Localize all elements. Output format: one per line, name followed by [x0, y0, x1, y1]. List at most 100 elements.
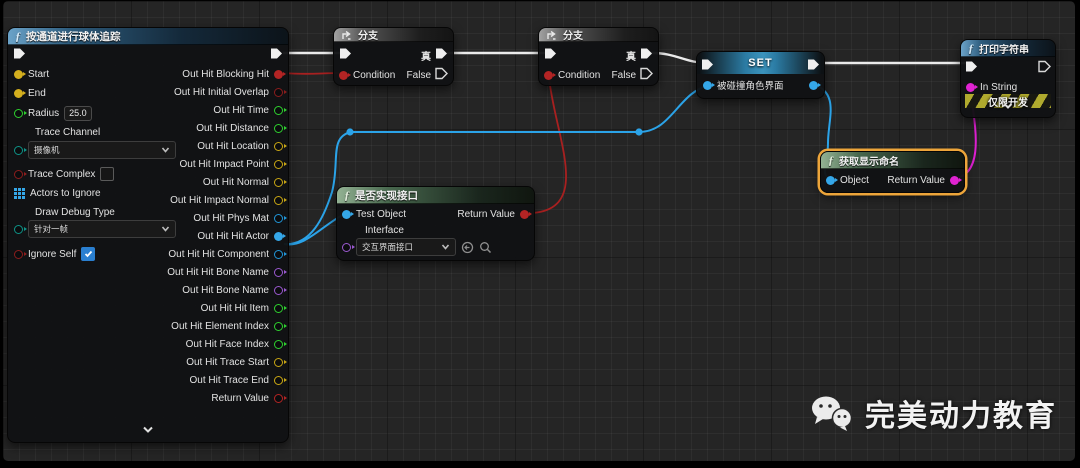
out-pin[interactable] [274, 177, 283, 187]
exec-out-row [270, 46, 283, 64]
out-pin[interactable] [274, 69, 283, 79]
collapse-chevron-icon[interactable] [1002, 97, 1014, 115]
node-branch-1[interactable]: 分支 真 Condition False [333, 27, 454, 86]
pin-row: Out Hit Phys Mat [88, 209, 288, 227]
exec-out-pin[interactable] [1038, 60, 1051, 76]
node-header[interactable]: 分支 [334, 28, 453, 42]
draw-debug-pin[interactable] [14, 224, 23, 234]
pin-label: Condition [353, 69, 396, 81]
out-pin[interactable] [274, 87, 283, 97]
radius-pin[interactable] [14, 108, 23, 118]
false-out-row: False [407, 66, 448, 84]
return-value-row: Return Value [457, 205, 529, 223]
false-label: False [611, 69, 636, 81]
return-value-pin[interactable] [520, 209, 529, 219]
out-pin[interactable] [274, 375, 283, 385]
node-does-implement-interface[interactable]: ƒ 是否实现接口 Test Object Return Value Interf… [336, 186, 535, 261]
input-row-start: Start [14, 65, 49, 83]
node-header[interactable]: ƒ 是否实现接口 [337, 187, 534, 204]
start-pin[interactable] [14, 69, 23, 79]
exec-in-row [339, 46, 352, 64]
pin-label: Out Hit Impact Normal [170, 194, 269, 206]
exec-in-pin[interactable] [701, 58, 714, 74]
exec-in-pin[interactable] [544, 47, 557, 63]
node-set-variable[interactable]: SET 被碰撞角色界面 [696, 51, 825, 99]
true-exec-pin[interactable] [640, 47, 653, 63]
use-selected-icon[interactable] [461, 241, 474, 254]
out-pin[interactable] [274, 357, 283, 367]
true-exec-pin[interactable] [435, 47, 448, 63]
node-header[interactable]: ƒ 获取显示命名 [821, 152, 964, 169]
trace-complex-pin[interactable] [14, 169, 23, 179]
node-header[interactable]: 分支 [539, 28, 658, 42]
out-pin[interactable] [274, 105, 283, 115]
end-pin[interactable] [14, 88, 23, 98]
browse-search-icon[interactable] [479, 241, 492, 254]
exec-in-pin[interactable] [13, 47, 26, 63]
object-pin[interactable] [826, 175, 835, 185]
node-sphere-trace-by-channel[interactable]: ƒ 按通道进行球体追踪 Start End Radius 25.0 Trace … [7, 27, 289, 443]
exec-in-pin[interactable] [965, 60, 978, 76]
ignore-self-pin[interactable] [14, 249, 23, 259]
array-pin-icon[interactable] [14, 187, 25, 199]
out-pin[interactable] [274, 321, 283, 331]
bool-wire-interface-to-condition2[interactable] [532, 76, 567, 214]
out-pin[interactable] [274, 195, 283, 205]
pin-row: Out Hit Location [88, 137, 288, 155]
out-pin[interactable] [274, 249, 283, 259]
out-pin[interactable] [274, 285, 283, 295]
condition-pin[interactable] [339, 70, 348, 80]
pin-label: Object [840, 174, 869, 186]
return-value-pin[interactable] [950, 175, 959, 185]
node-print-string[interactable]: ƒ 打印字符串 In String 仅限开发 [960, 39, 1056, 118]
in-string-pin[interactable] [966, 82, 975, 92]
out-pin[interactable] [274, 213, 283, 223]
out-pin[interactable] [274, 339, 283, 349]
false-exec-pin[interactable] [640, 67, 653, 83]
node-header[interactable]: ƒ 打印字符串 [961, 40, 1055, 57]
out-pin[interactable] [274, 303, 283, 313]
function-icon: ƒ [968, 41, 974, 55]
interface-pin[interactable] [342, 242, 351, 252]
out-pin[interactable] [274, 267, 283, 277]
false-exec-pin[interactable] [435, 67, 448, 83]
true-out-row: 真 [626, 46, 653, 64]
out-pin-list: Out Hit Blocking Hit Out Hit Initial Ove… [88, 65, 288, 407]
node-title: 分支 [563, 31, 583, 42]
interface-dropdown[interactable]: 交互界面接口 [356, 238, 456, 256]
variable-out-pin[interactable] [809, 80, 818, 90]
collapse-chevron-icon[interactable] [141, 421, 155, 439]
pin-label: Start [28, 68, 50, 80]
node-get-display-name[interactable]: ƒ 获取显示命名 Object Return Value [820, 151, 965, 193]
blueprint-graph-canvas[interactable]: ƒ 按通道进行球体追踪 Start End Radius 25.0 Trace … [3, 1, 1075, 461]
node-title: SET [748, 57, 773, 69]
variable-in-pin[interactable] [703, 80, 712, 90]
test-object-row: Test Object [342, 205, 406, 223]
out-pin[interactable] [274, 141, 283, 151]
node-branch-2[interactable]: 分支 真 Condition False [538, 27, 659, 86]
exec-out-pin[interactable] [270, 47, 283, 63]
test-object-pin[interactable] [342, 209, 351, 219]
trace-channel-pin[interactable] [14, 145, 23, 155]
pin-label: Out Hit Location [197, 140, 269, 152]
out-pin[interactable] [274, 393, 283, 403]
exec-in-pin[interactable] [339, 47, 352, 63]
exec-out-row [807, 57, 820, 75]
pin-row: Out Hit Face Index [88, 335, 288, 353]
out-pin[interactable] [274, 231, 283, 241]
true-out-row: 真 [421, 46, 448, 64]
out-pin[interactable] [274, 159, 283, 169]
out-pin[interactable] [274, 123, 283, 133]
pin-label: Out Hit Hit Actor [197, 230, 269, 242]
pin-row: Out Hit Hit Bone Name [88, 263, 288, 281]
exec-in-row [701, 57, 714, 75]
pin-label: Out Hit Normal [202, 176, 269, 188]
node-header[interactable]: SET [697, 52, 824, 74]
exec-out-pin[interactable] [807, 58, 820, 74]
pin-label: Out Hit Time [213, 104, 269, 116]
condition-pin[interactable] [544, 70, 553, 80]
pin-row: Out Hit Bone Name [88, 281, 288, 299]
node-header[interactable]: ƒ 按通道进行球体追踪 [8, 28, 288, 45]
true-label: 真 [626, 51, 636, 63]
blueprint-editor-screenshot: ƒ 按通道进行球体追踪 Start End Radius 25.0 Trace … [0, 0, 1080, 468]
